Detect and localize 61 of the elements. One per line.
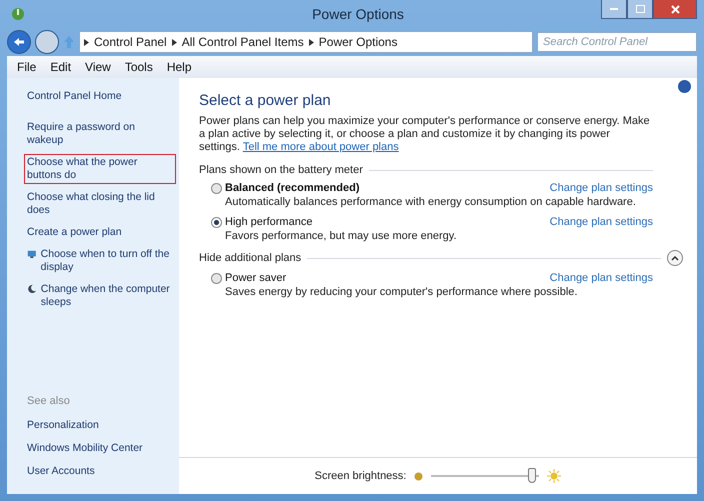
- sidebar-link[interactable]: Require a password on wakeup: [24, 119, 176, 149]
- search-field[interactable]: Search Control Panel: [537, 32, 697, 52]
- window-title: Power Options: [311, 6, 405, 22]
- sidebar-link[interactable]: Choose what closing the lid does: [24, 189, 176, 219]
- slider-thumb[interactable]: [528, 468, 536, 483]
- chevron-icon: [172, 38, 177, 46]
- dim-sun-icon: [414, 472, 424, 480]
- menu-item[interactable]: Edit: [44, 60, 78, 74]
- forward-button[interactable]: [35, 30, 59, 54]
- see-also-heading: See also: [27, 395, 71, 407]
- radio-button[interactable]: [211, 182, 222, 194]
- minimize-button[interactable]: [601, 0, 627, 19]
- close-button[interactable]: [653, 0, 697, 19]
- sidebar-link[interactable]: Control Panel Home: [24, 88, 176, 105]
- power-options-icon: [11, 7, 25, 21]
- menu-item[interactable]: View: [79, 60, 117, 74]
- breadcrumb[interactable]: All Control Panel Items: [182, 35, 304, 49]
- group-heading: Plans shown on the battery meter: [199, 164, 363, 176]
- change-plan-link[interactable]: Change plan settings: [550, 272, 653, 284]
- chevron-icon: [84, 38, 89, 46]
- sidebar-link[interactable]: Choose what the power buttons do: [24, 154, 176, 184]
- chevron-up-icon: [671, 256, 679, 260]
- intro-text: Power plans can help you maximize your computer's performance or conserve energy. Make a plan active by selecting it, or choose a plan and customize it by changing its power settings. Tell me more about power plans: [199, 115, 651, 154]
- page-heading: Select a power plan: [199, 92, 332, 109]
- minimize-icon: [610, 8, 618, 10]
- radio-button[interactable]: [211, 216, 222, 228]
- address-bar[interactable]: Control Panel All Control Panel Items Power Options: [79, 31, 533, 53]
- change-plan-link[interactable]: Change plan settings: [550, 182, 653, 194]
- maximize-icon: [636, 5, 644, 13]
- sidebar-link[interactable]: User Accounts: [24, 463, 176, 480]
- change-plan-link[interactable]: Change plan settings: [550, 216, 653, 228]
- maximize-button[interactable]: [627, 0, 653, 19]
- group-heading[interactable]: Hide additional plans: [199, 252, 302, 264]
- collapse-button[interactable]: [667, 250, 683, 266]
- sidebar-link[interactable]: Create a power plan: [24, 224, 176, 241]
- radio-button[interactable]: [211, 272, 222, 284]
- menu-item[interactable]: Help: [160, 60, 198, 74]
- monitor-icon: [27, 248, 37, 260]
- close-icon: [670, 4, 680, 14]
- menu-item[interactable]: Tools: [118, 60, 159, 74]
- menu-item[interactable]: File: [11, 60, 42, 74]
- moon-icon: [27, 283, 37, 295]
- plan-name: High performance: [225, 216, 314, 228]
- plan-description: Saves energy by reducing your computer's performance where possible.: [225, 286, 578, 298]
- sidebar-link[interactable]: Change when the computer sleeps: [24, 281, 176, 311]
- plan-name: Balanced (recommended): [225, 182, 360, 194]
- plan-description: Favors performance, but may use more energy.: [225, 230, 458, 242]
- sidebar-link[interactable]: Personalization: [24, 417, 176, 434]
- brightness-label: Screen brightness:: [314, 470, 406, 482]
- sidebar-link[interactable]: Choose when to turn off the display: [24, 246, 176, 276]
- plan-description: Automatically balances performance with energy consumption on capable hardware.: [225, 196, 637, 208]
- sidebar-link[interactable]: Windows Mobility Center: [24, 440, 176, 457]
- chevron-icon: [308, 38, 314, 46]
- help-icon[interactable]: [678, 80, 691, 93]
- breadcrumb[interactable]: Control Panel: [94, 35, 167, 49]
- plan-name: Power saver: [225, 272, 288, 284]
- back-button[interactable]: [7, 30, 31, 54]
- bright-sun-icon: [547, 469, 562, 483]
- breadcrumb[interactable]: Power Options: [318, 35, 398, 49]
- back-arrow-icon: [13, 37, 25, 47]
- learn-more-link[interactable]: Tell me more about power plans: [242, 141, 399, 153]
